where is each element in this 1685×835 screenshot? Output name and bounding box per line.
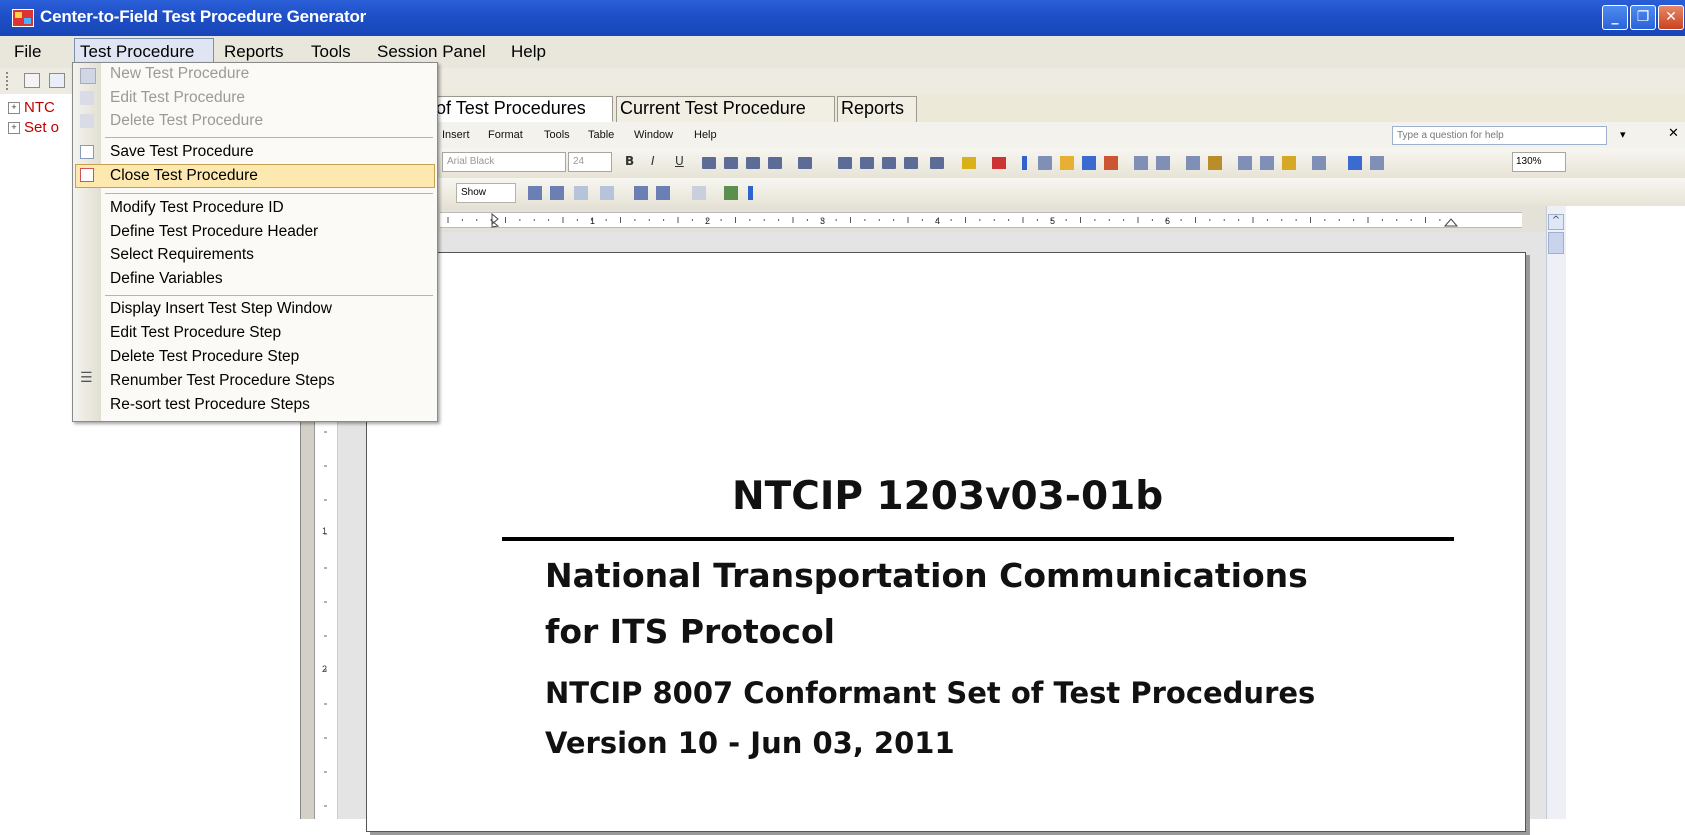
menu-separator — [105, 137, 433, 138]
menu-renumber-test-procedure-steps[interactable]: Renumber Test Procedure Steps — [110, 372, 335, 390]
vertical-scrollbar[interactable] — [1546, 206, 1566, 819]
menu-select-requirements[interactable]: Select Requirements — [110, 246, 254, 264]
document-org-line-1: National Transportation Communications — [545, 556, 1308, 595]
menu-define-test-procedure-header[interactable]: Define Test Procedure Header — [110, 223, 318, 241]
tree-item-label: NTC — [24, 99, 55, 116]
word-menu-window[interactable]: Window — [634, 129, 673, 141]
vruler-number: 1 — [322, 526, 327, 536]
word-menu-table[interactable]: Table — [588, 129, 614, 141]
scroll-up-icon[interactable]: ^ — [1548, 214, 1564, 230]
menu-delete-test-procedure[interactable]: Delete Test Procedure — [110, 112, 263, 130]
edit-icon — [80, 91, 94, 105]
menu-separator — [105, 295, 433, 296]
app-icon — [12, 9, 34, 27]
word-menu-tools[interactable]: Tools — [544, 129, 570, 141]
tab-reports[interactable]: Reports — [837, 96, 917, 122]
formatting-icons[interactable] — [698, 154, 1508, 172]
minimize-icon[interactable]: _ — [1602, 5, 1628, 30]
close-icon[interactable]: ✕ — [1658, 5, 1684, 30]
tree-item-set[interactable]: + Set o — [8, 119, 59, 136]
italic-icon[interactable]: I — [651, 154, 655, 168]
ruler-number: 5 — [1050, 216, 1055, 226]
word-menu-help[interactable]: Help — [694, 129, 717, 141]
toolbar-grip[interactable] — [6, 72, 10, 90]
right-gutter — [1566, 206, 1685, 819]
ruler-number: 1 — [590, 216, 595, 226]
reviewing-icons[interactable] — [526, 184, 796, 202]
word-menu-format[interactable]: Format — [488, 129, 523, 141]
menu-tools[interactable]: Tools — [311, 42, 351, 62]
menu-reports[interactable]: Reports — [224, 42, 284, 62]
document-title: NTCIP 1203v03-01b — [732, 474, 1164, 519]
vruler-number: 2 — [322, 664, 327, 674]
document-set-title: NTCIP 8007 Conformant Set of Test Proced… — [545, 676, 1316, 710]
font-select[interactable]: Arial Black — [442, 152, 566, 172]
help-search-input[interactable]: Type a question for help — [1392, 126, 1607, 145]
close-document-menu-icon — [80, 168, 94, 182]
underline-icon[interactable]: U — [675, 154, 684, 168]
tree-item-label: Set o — [24, 119, 60, 136]
delete-icon — [80, 114, 94, 128]
menu-delete-test-procedure-step[interactable]: Delete Test Procedure Step — [110, 348, 299, 366]
menu-test-procedure[interactable]: Test Procedure — [80, 42, 194, 62]
ruler-ticks: 1 2 3 4 5 6 — [447, 212, 1459, 228]
title-rule — [502, 537, 1454, 541]
menu-display-insert-test-step-window[interactable]: Display Insert Test Step Window — [110, 300, 332, 318]
list-numbering-icon: ☰ — [80, 370, 93, 386]
menu-save-test-procedure[interactable]: Save Test Procedure — [110, 143, 254, 161]
indent-marker[interactable] — [491, 212, 500, 228]
menu-close-test-procedure[interactable]: Close Test Procedure — [110, 167, 258, 185]
bold-icon[interactable]: B — [625, 154, 634, 168]
menu-modify-test-procedure-id[interactable]: Modify Test Procedure ID — [110, 199, 284, 217]
font-size-select[interactable]: 24 — [568, 152, 612, 172]
show-dropdown-button[interactable]: Show — [456, 183, 516, 203]
menu-file[interactable]: File — [14, 42, 41, 62]
menu-edit-test-procedure[interactable]: Edit Test Procedure — [110, 89, 245, 107]
word-menu-insert[interactable]: Insert — [442, 129, 470, 141]
menu-re-sort-test-procedure-steps[interactable]: Re-sort test Procedure Steps — [110, 396, 310, 414]
toolbar-delete-icon[interactable] — [49, 73, 65, 88]
restore-icon[interactable]: ❐ — [1630, 5, 1656, 30]
menu-help[interactable]: Help — [511, 42, 546, 62]
tree-item-ntcip[interactable]: + NTC — [8, 99, 55, 116]
document-org-line-2: for ITS Protocol — [545, 612, 835, 651]
window-title: Center-to-Field Test Procedure Generator — [40, 7, 367, 26]
menu-session-panel[interactable]: Session Panel — [377, 42, 486, 62]
help-dropdown-icon[interactable]: ▾ — [1620, 128, 1626, 141]
ruler-number: 3 — [820, 216, 825, 226]
expand-icon[interactable]: + — [8, 102, 20, 115]
menu-new-test-procedure[interactable]: New Test Procedure — [110, 65, 249, 83]
ruler-number: 6 — [1165, 216, 1170, 226]
menu-edit-test-procedure-step[interactable]: Edit Test Procedure Step — [110, 324, 281, 342]
menu-define-variables[interactable]: Define Variables — [110, 270, 223, 288]
new-document-icon — [80, 68, 96, 84]
expand-icon[interactable]: + — [8, 122, 20, 135]
close-document-icon[interactable]: ✕ — [1668, 126, 1679, 141]
save-icon — [80, 145, 94, 159]
tab-set-of-test-procedures[interactable]: of Test Procedures — [432, 96, 613, 122]
right-indent-marker[interactable] — [1443, 218, 1459, 227]
menu-separator — [105, 193, 433, 194]
document-version: Version 10 - Jun 03, 2011 — [545, 726, 955, 760]
zoom-select[interactable]: 130% — [1512, 152, 1566, 172]
toolbar-expand-icon[interactable] — [24, 73, 40, 88]
scroll-thumb[interactable] — [1548, 232, 1564, 254]
ruler-number: 4 — [935, 216, 940, 226]
tab-current-test-procedure[interactable]: Current Test Procedure — [616, 96, 835, 122]
ruler-number: 2 — [705, 216, 710, 226]
